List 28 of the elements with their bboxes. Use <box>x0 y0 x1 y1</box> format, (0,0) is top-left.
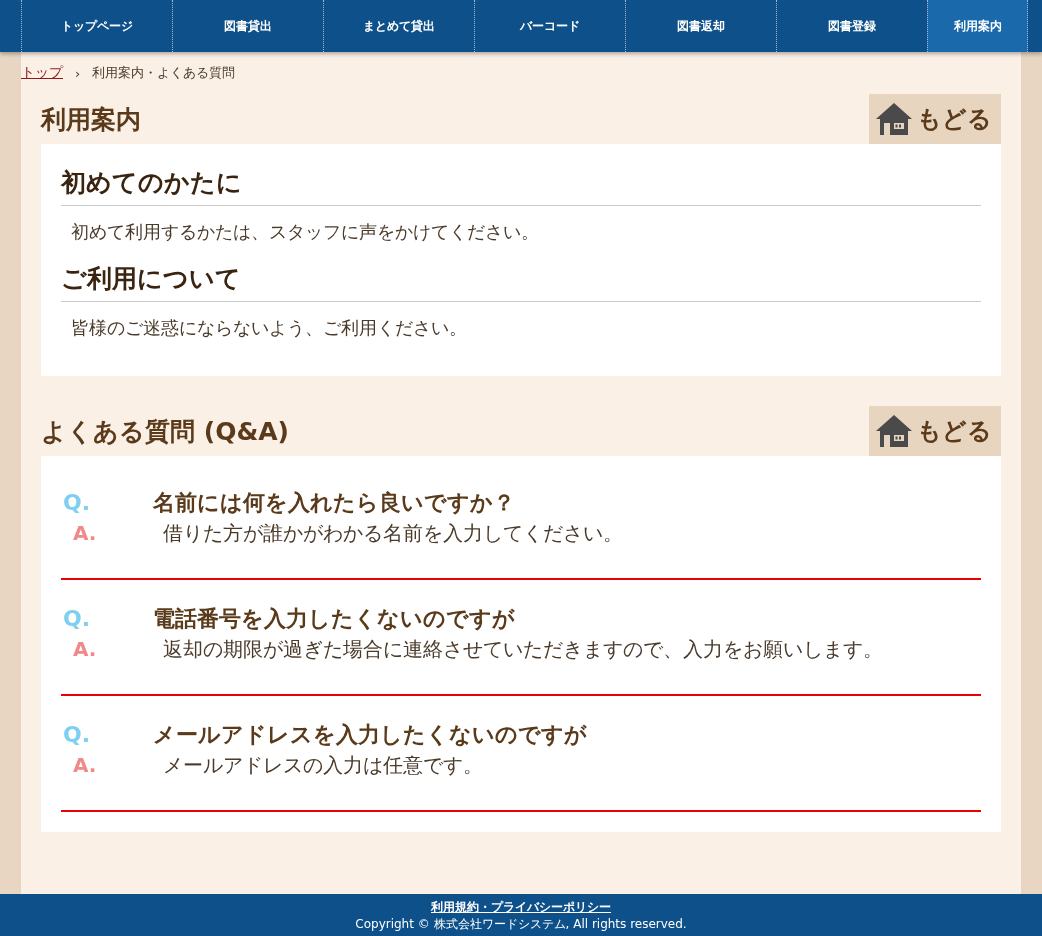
section-title: よくある質問 (Q&A) <box>41 415 289 448</box>
question-mark: Q. <box>62 722 92 747</box>
answer-text: 返却の期限が過ぎた場合に連絡させていただきますので、入力をお願いします。 <box>163 636 883 663</box>
block-text: 初めて利用するかたは、スタッフに声をかけてください。 <box>71 220 540 244</box>
block-heading: 初めてのかたに <box>61 166 981 206</box>
breadcrumb-separator: › <box>75 65 81 81</box>
nav-tab[interactable]: 利用案内 <box>927 0 1028 52</box>
question-mark: Q. <box>62 606 92 631</box>
answer-text: 借りた方が誰かがわかる名前を入力してください。 <box>163 520 623 547</box>
breadcrumb-current: 利用案内・よくある質問 <box>92 64 236 82</box>
question-mark: Q. <box>62 490 92 515</box>
answer-mark: A. <box>72 637 98 661</box>
answer-mark: A. <box>72 521 98 545</box>
breadcrumb-link[interactable]: トップ <box>21 64 63 82</box>
section-title: 利用案内 <box>41 103 141 136</box>
back-button[interactable]: もどる <box>869 406 1001 456</box>
house-icon <box>875 102 913 136</box>
block-heading: ご利用について <box>61 262 981 302</box>
question-text: 名前には何を入れたら良いですか？ <box>153 489 515 517</box>
back-button[interactable]: もどる <box>869 94 1001 144</box>
question-text: メールアドレスを入力したくないのですが <box>153 721 587 749</box>
answer-mark: A. <box>72 753 98 777</box>
footer-link[interactable]: 利用規約・プライバシーポリシー <box>431 898 611 916</box>
block-text: 皆様のご迷惑にならないよう、ご利用ください。 <box>71 316 468 340</box>
house-icon <box>875 414 913 448</box>
answer-text: メールアドレスの入力は任意です。 <box>163 752 483 779</box>
copyright-text: Copyright © 株式会社ワードシステム, All rights reserved. <box>355 916 687 932</box>
question-text: 電話番号を入力したくないのですが <box>153 605 515 633</box>
